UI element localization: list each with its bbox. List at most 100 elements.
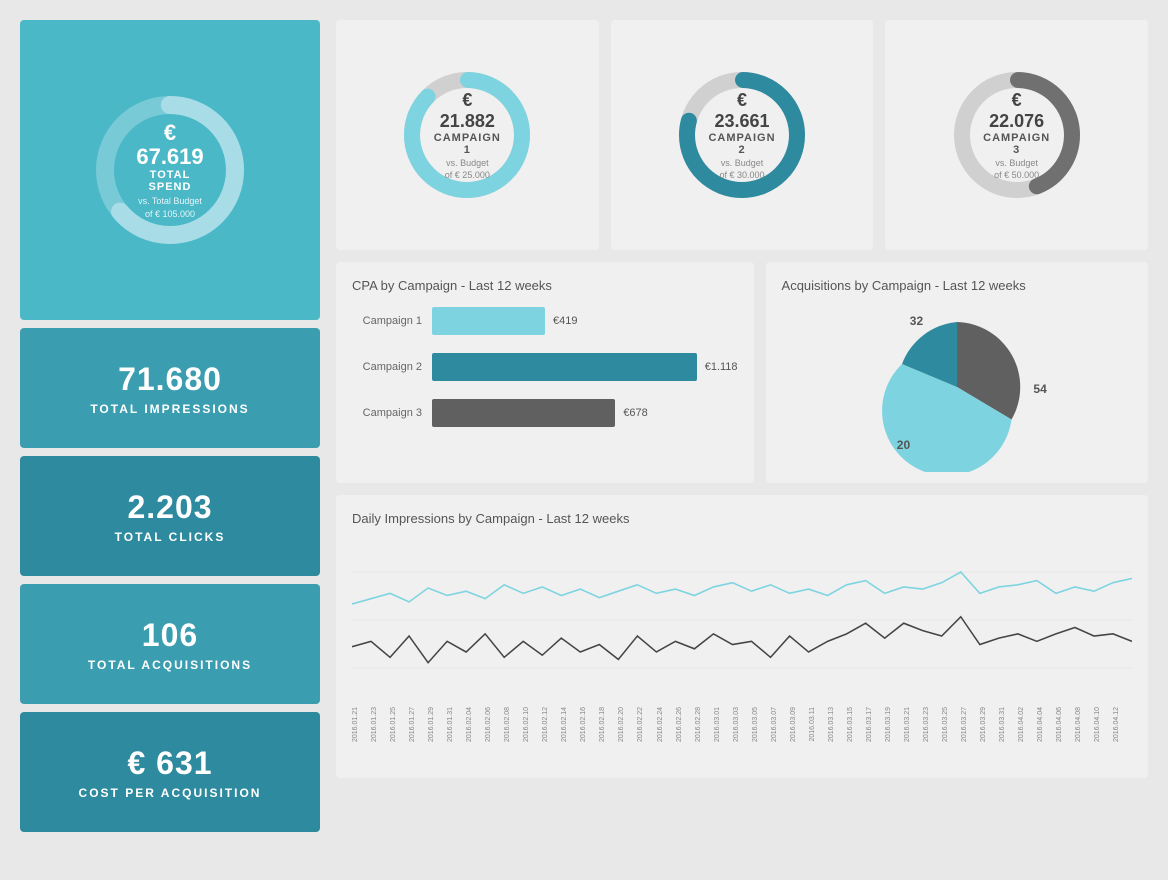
campaign2-text: € 23.661 CAMPAIGN 2 vs. Budget of € 30.0… [707, 90, 777, 180]
x-label-22: 2016.03.07 [771, 707, 790, 742]
pie-label-20: 20 [897, 438, 910, 452]
x-label-35: 2016.04.02 [1018, 707, 1037, 742]
impressions-label: TOTAL IMPRESSIONS [90, 402, 249, 416]
impressions-box: 71.680 TOTAL IMPRESSIONS [20, 328, 320, 448]
campaign3-name: CAMPAIGN 3 [982, 132, 1052, 156]
campaign1-card: € 21.882 CAMPAIGN 1 vs. Budget of € 25.0… [336, 20, 599, 250]
campaign2-donut: € 23.661 CAMPAIGN 2 vs. Budget of € 30.0… [672, 65, 812, 205]
x-axis-labels: 2016.01.212016.01.232016.01.252016.01.27… [352, 707, 1132, 762]
campaign3-text: € 22.076 CAMPAIGN 3 vs. Budget of € 50.0… [982, 90, 1052, 180]
x-label-3: 2016.01.27 [409, 707, 428, 742]
campaign2-name: CAMPAIGN 2 [707, 132, 777, 156]
bar-value-0: €419 [553, 315, 577, 327]
cpa-box: € 631 COST PER ACQUISITION [20, 712, 320, 832]
campaign3-budget-label: vs. Budget [982, 158, 1052, 168]
x-label-0: 2016.01.21 [352, 707, 371, 742]
total-spend-label: TOTAL SPEND [130, 169, 210, 193]
pie-wrapper: 32 54 20 [782, 307, 1132, 467]
campaign3-value: € 22.076 [982, 90, 1052, 132]
clicks-value: 2.203 [127, 489, 212, 526]
pie-label-54: 54 [1033, 382, 1046, 396]
cpa-chart-title: CPA by Campaign - Last 12 weeks [352, 278, 738, 293]
x-label-7: 2016.02.06 [485, 707, 504, 742]
x-label-19: 2016.03.01 [714, 707, 733, 742]
x-label-31: 2016.03.25 [942, 707, 961, 742]
x-label-37: 2016.04.06 [1056, 707, 1075, 742]
total-spend-value: € 67.619 [130, 121, 210, 169]
x-label-15: 2016.02.22 [637, 707, 656, 742]
x-label-20: 2016.03.03 [733, 707, 752, 742]
x-label-33: 2016.03.29 [980, 707, 999, 742]
campaign1-budget-label: vs. Budget [432, 158, 502, 168]
acquisitions-chart-title: Acquisitions by Campaign - Last 12 weeks [782, 278, 1132, 293]
x-label-1: 2016.01.23 [371, 707, 390, 742]
x-label-28: 2016.03.19 [885, 707, 904, 742]
pie-label-32: 32 [910, 314, 923, 328]
cpa-chart-box: CPA by Campaign - Last 12 weeks Campaign… [336, 262, 754, 483]
cpa-label: COST PER ACQUISITION [79, 786, 262, 800]
campaign1-value: € 21.882 [432, 90, 502, 132]
cpa-bars: Campaign 1 €419 Campaign 2 €1.118 Campaign 3… [352, 307, 738, 427]
x-label-26: 2016.03.15 [847, 707, 866, 742]
bar-row-0: Campaign 1 €419 [352, 307, 738, 335]
main-content: € 21.882 CAMPAIGN 1 vs. Budget of € 25.0… [336, 20, 1148, 832]
x-label-39: 2016.04.10 [1094, 707, 1113, 742]
x-label-21: 2016.03.05 [752, 707, 771, 742]
x-label-2: 2016.01.25 [390, 707, 409, 742]
campaign2-value: € 23.661 [707, 90, 777, 132]
bar-row-1: Campaign 2 €1.118 [352, 353, 738, 381]
campaign3-budget-value: of € 50.000 [982, 170, 1052, 180]
bar-row-2: Campaign 3€678 [352, 399, 738, 427]
x-label-38: 2016.04.08 [1075, 707, 1094, 742]
total-spend-text: € 67.619 TOTAL SPEND vs. Total Budget of… [130, 121, 210, 219]
total-spend-sub2: of € 105.000 [130, 209, 210, 219]
campaign-cards: € 21.882 CAMPAIGN 1 vs. Budget of € 25.0… [336, 20, 1148, 250]
x-label-12: 2016.02.16 [580, 707, 599, 742]
middle-row: CPA by Campaign - Last 12 weeks Campaign… [336, 262, 1148, 483]
acquisitions-label: TOTAL ACQUISITIONS [88, 658, 252, 672]
x-label-10: 2016.02.12 [542, 707, 561, 742]
bar-value-1: €1.118 [705, 361, 738, 373]
bar-fill-2 [432, 399, 615, 427]
cpa-value: € 631 [127, 745, 212, 782]
pie-container: 32 54 20 [872, 302, 1042, 472]
x-label-36: 2016.04.04 [1037, 707, 1056, 742]
x-label-29: 2016.03.21 [904, 707, 923, 742]
clicks-box: 2.203 TOTAL CLICKS [20, 456, 320, 576]
x-label-18: 2016.02.28 [695, 707, 714, 742]
x-label-13: 2016.02.18 [599, 707, 618, 742]
campaign2-budget-label: vs. Budget [707, 158, 777, 168]
acquisitions-value: 106 [142, 617, 198, 654]
total-spend-card: € 67.619 TOTAL SPEND vs. Total Budget of… [20, 20, 320, 320]
x-label-14: 2016.02.20 [618, 707, 637, 742]
acquisitions-chart-box: Acquisitions by Campaign - Last 12 weeks [766, 262, 1148, 483]
campaign1-text: € 21.882 CAMPAIGN 1 vs. Budget of € 25.0… [432, 90, 502, 180]
x-label-6: 2016.02.04 [466, 707, 485, 742]
x-label-24: 2016.03.11 [809, 707, 828, 742]
x-label-4: 2016.01.29 [428, 707, 447, 742]
bar-label-2: Campaign 3 [352, 407, 432, 419]
x-label-30: 2016.03.23 [923, 707, 942, 742]
impressions-value: 71.680 [118, 361, 222, 398]
bar-track-1: €1.118 [432, 353, 738, 381]
x-label-9: 2016.02.10 [523, 707, 542, 742]
campaign2-budget-value: of € 30.000 [707, 170, 777, 180]
x-label-40: 2016.04.12 [1113, 707, 1132, 742]
bar-label-0: Campaign 1 [352, 315, 432, 327]
bar-label-1: Campaign 2 [352, 361, 432, 373]
dashboard: € 67.619 TOTAL SPEND vs. Total Budget of… [20, 20, 1148, 832]
x-label-17: 2016.02.26 [676, 707, 695, 742]
clicks-label: TOTAL CLICKS [115, 530, 226, 544]
campaign2-card: € 23.661 CAMPAIGN 2 vs. Budget of € 30.0… [611, 20, 874, 250]
x-label-11: 2016.02.14 [561, 707, 580, 742]
x-label-5: 2016.01.31 [447, 707, 466, 742]
sidebar: € 67.619 TOTAL SPEND vs. Total Budget of… [20, 20, 320, 832]
line-chart-box: Daily Impressions by Campaign - Last 12 … [336, 495, 1148, 778]
bar-fill-1 [432, 353, 697, 381]
x-label-34: 2016.03.31 [999, 707, 1018, 742]
x-label-16: 2016.02.24 [657, 707, 676, 742]
campaign3-card: € 22.076 CAMPAIGN 3 vs. Budget of € 50.0… [885, 20, 1148, 250]
x-label-25: 2016.03.13 [828, 707, 847, 742]
total-spend-sub1: vs. Total Budget [130, 196, 210, 206]
campaign1-name: CAMPAIGN 1 [432, 132, 502, 156]
